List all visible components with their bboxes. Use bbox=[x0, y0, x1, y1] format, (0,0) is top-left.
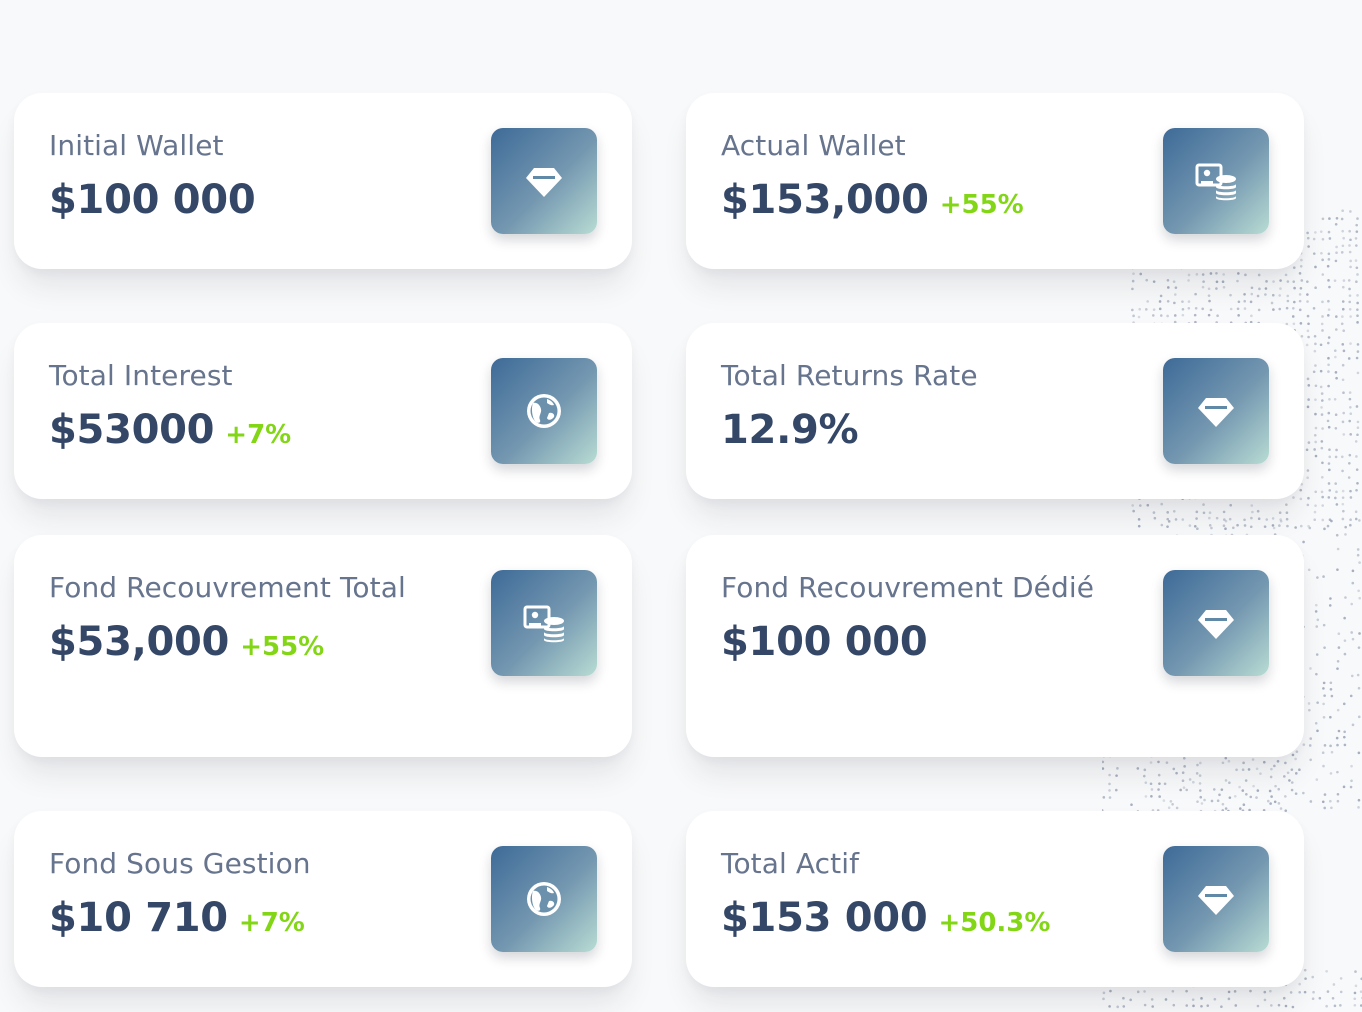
stat-card-label: Fond Recouvrement Total bbox=[49, 571, 406, 604]
diamond-icon bbox=[1163, 570, 1269, 676]
stat-card-value: $153 000 bbox=[721, 895, 928, 941]
stat-card-total-actif: Total Actif $153 000 +50.3% bbox=[686, 811, 1304, 987]
stat-card-value: $153,000 bbox=[721, 177, 929, 223]
stat-card-change: +7% bbox=[238, 908, 305, 938]
money-coins-icon bbox=[1163, 128, 1269, 234]
stat-card-value: 12.9% bbox=[721, 407, 859, 453]
diamond-icon bbox=[1198, 398, 1234, 427]
stat-card-value: $53000 bbox=[49, 407, 215, 453]
diamond-icon bbox=[526, 168, 562, 197]
diamond-icon bbox=[1198, 610, 1234, 639]
stat-card-fond-recouvrement-total: Fond Recouvrement Total $53,000 +55% bbox=[14, 535, 632, 757]
diamond-icon bbox=[491, 128, 597, 234]
stat-card-fond-sous-gestion: Fond Sous Gestion $10 710 +7% bbox=[14, 811, 632, 987]
globe-icon bbox=[527, 394, 561, 428]
money-coins-icon bbox=[491, 570, 597, 676]
diamond-icon bbox=[1198, 886, 1234, 915]
stat-card-total-interest: Total Interest $53000 +7% bbox=[14, 323, 632, 499]
money-coins-icon bbox=[523, 605, 564, 643]
stat-card-total-returns-rate: Total Returns Rate 12.9% bbox=[686, 323, 1304, 499]
globe-icon bbox=[491, 846, 597, 952]
stat-card-change: +7% bbox=[225, 420, 292, 450]
stat-card-initial-wallet: Initial Wallet $100 000 bbox=[14, 93, 632, 269]
stat-card-value: $100 000 bbox=[49, 177, 256, 223]
stat-card-change: +50.3% bbox=[938, 908, 1051, 938]
globe-icon bbox=[527, 882, 561, 916]
stat-card-value: $53,000 bbox=[49, 619, 230, 665]
stat-card-value: $10 710 bbox=[49, 895, 228, 941]
stat-card-value: $100 000 bbox=[721, 619, 928, 665]
globe-icon bbox=[491, 358, 597, 464]
stat-card-change: +55% bbox=[240, 632, 325, 662]
money-coins-icon bbox=[1195, 163, 1236, 201]
stat-card-label: Fond Recouvrement Dédié bbox=[721, 571, 1095, 604]
diamond-icon bbox=[1163, 358, 1269, 464]
stat-card-actual-wallet: Actual Wallet $153,000 +55% bbox=[686, 93, 1304, 269]
stat-card-fond-recouvrement-dedie: Fond Recouvrement Dédié $100 000 bbox=[686, 535, 1304, 757]
diamond-icon bbox=[1163, 846, 1269, 952]
stat-card-change: +55% bbox=[939, 190, 1024, 220]
